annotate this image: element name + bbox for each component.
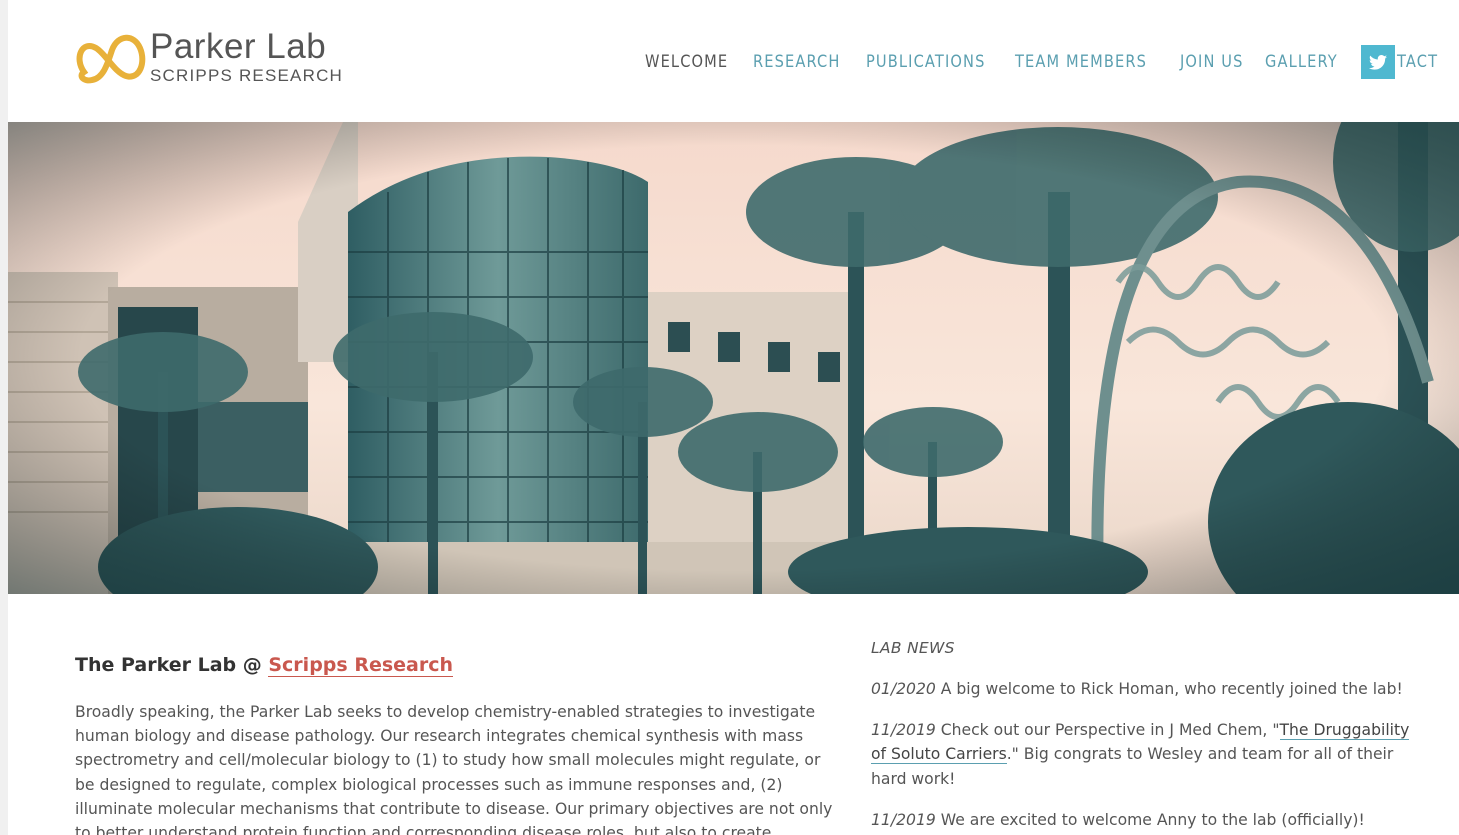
news-item: 11/2019 Check out our Perspective in J M… <box>871 718 1411 791</box>
news-text: We are excited to welcome Anny to the la… <box>935 810 1365 829</box>
lab-news: LAB NEWS 01/2020 A big welcome to Rick H… <box>871 636 1411 832</box>
intro-title-prefix: The Parker Lab @ <box>75 654 269 676</box>
lab-news-heading: LAB NEWS <box>871 639 955 657</box>
nav-team-members[interactable]: TEAM MEMBERS <box>1015 52 1147 72</box>
nav-research[interactable]: RESEARCH <box>753 52 840 72</box>
infinity-logo-icon <box>76 34 146 84</box>
twitter-icon <box>1369 54 1387 70</box>
news-item: 11/2019 We are excited to welcome Anny t… <box>871 808 1411 832</box>
logo-title: Parker Lab <box>150 27 327 66</box>
main-nav: WELCOME RESEARCH PUBLICATIONS TEAM MEMBE… <box>645 52 1450 72</box>
twitter-button[interactable] <box>1361 45 1395 79</box>
page-edge <box>0 0 8 835</box>
site-header: Parker Lab SCRIPPS RESEARCH WELCOME RESE… <box>8 0 1459 122</box>
site-logo[interactable]: Parker Lab SCRIPPS RESEARCH <box>74 28 343 88</box>
news-date: 11/2019 <box>871 721 936 740</box>
hero-image <box>8 122 1459 594</box>
logo-subtitle: SCRIPPS RESEARCH <box>150 66 344 85</box>
news-date: 01/2020 <box>871 680 936 698</box>
intro-body: Broadly speaking, the Parker Lab seeks t… <box>75 703 833 835</box>
news-item: 01/2020 A big welcome to Rick Homan, who… <box>871 677 1411 701</box>
scripps-research-link[interactable]: Scripps Research <box>268 654 454 677</box>
news-text: A big welcome to Rick Homan, who recentl… <box>935 680 1403 698</box>
nav-gallery[interactable]: GALLERY <box>1265 52 1338 72</box>
news-text: Check out our Perspective in J Med Chem,… <box>935 721 1280 740</box>
intro-title: The Parker Lab @ Scripps Research <box>75 650 835 680</box>
nav-join-us[interactable]: JOIN US <box>1180 52 1244 72</box>
nav-welcome[interactable]: WELCOME <box>645 52 728 72</box>
intro-section: The Parker Lab @ Scripps Research Broadl… <box>75 650 835 835</box>
nav-publications[interactable]: PUBLICATIONS <box>866 52 985 72</box>
campus-building-photo <box>8 122 1459 594</box>
news-date: 11/2019 <box>871 810 936 829</box>
